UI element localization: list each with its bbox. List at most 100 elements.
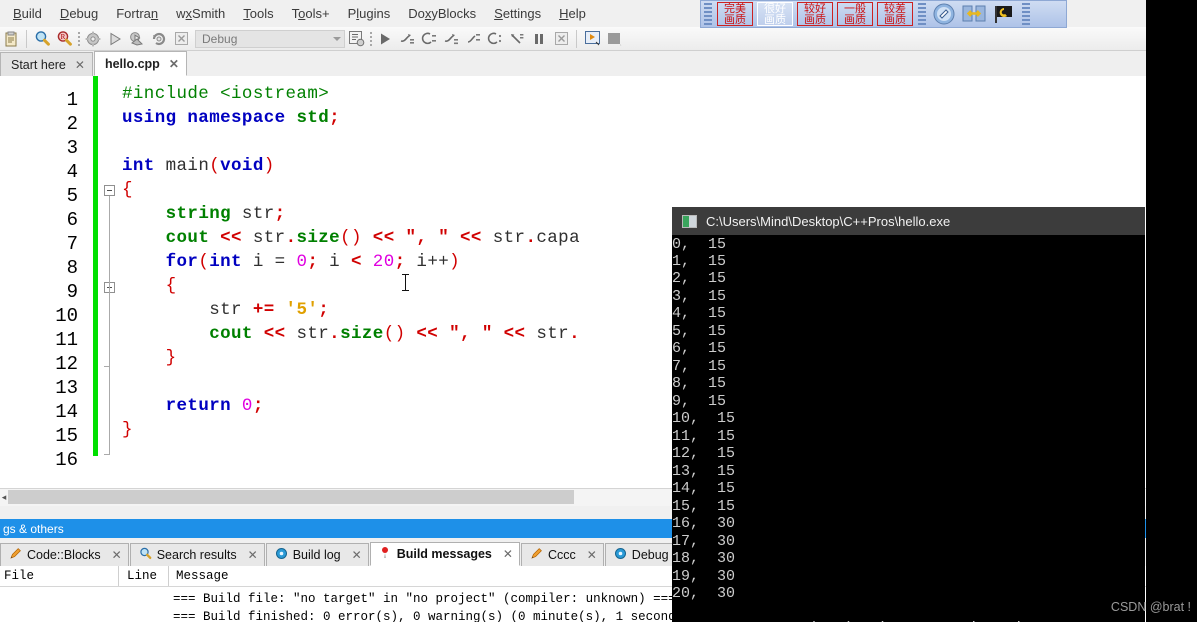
quality-button-poor[interactable]: 较差 画质 (877, 2, 913, 26)
step-instruction-icon[interactable] (462, 28, 484, 50)
line-number: 4 (66, 161, 78, 183)
close-icon[interactable]: ✕ (112, 548, 122, 562)
tab-hello-cpp[interactable]: hello.cpp ✕ (93, 51, 187, 76)
console-line: 17, 30 (672, 533, 736, 550)
column-header-line: Line (127, 569, 158, 583)
toolbar-drag-handle[interactable] (704, 3, 712, 25)
scrollbar-thumb[interactable] (8, 490, 574, 504)
toolbar-drag-handle-3[interactable] (1022, 3, 1030, 25)
build-target-combo[interactable]: Debug (195, 29, 345, 48)
console-line: 8, 15 (672, 375, 727, 392)
menu-item-plugins[interactable]: Plugins (339, 2, 400, 25)
close-icon[interactable]: ✕ (587, 548, 597, 562)
logtab-debug[interactable]: Debug (604, 543, 676, 566)
quality-label-bottom: 画质 (804, 13, 826, 26)
menu-item-debug[interactable]: Debug (51, 2, 107, 25)
close-icon[interactable]: ✕ (352, 548, 362, 562)
flag-icon[interactable] (991, 2, 1017, 26)
console-line: 0, 15 (672, 236, 727, 253)
run-to-cursor-icon[interactable] (506, 28, 528, 50)
build-gear-icon[interactable] (82, 28, 104, 50)
logtab-codeblocks[interactable]: Code::Blocks ✕ (0, 543, 129, 566)
console-line: 1, 15 (672, 253, 727, 270)
logtab-build-messages[interactable]: Build messages ✕ (369, 542, 520, 566)
console-window[interactable]: C:\Users\Mind\Desktop\C++Pros\hello.exe … (672, 207, 1145, 622)
clipboard-icon[interactable] (0, 28, 22, 50)
various-info-icon[interactable] (603, 28, 625, 50)
run-icon[interactable] (104, 28, 126, 50)
logtab-cccc[interactable]: Cccc ✕ (520, 543, 604, 566)
logtab-label: Search results (156, 548, 237, 562)
fold-toggle-icon[interactable] (104, 185, 115, 196)
build-and-run-icon[interactable] (126, 28, 148, 50)
line-number: 6 (66, 209, 78, 231)
console-output: 0, 15 1, 15 2, 15 3, 15 4, 15 5, 15 6, 1… (672, 235, 1145, 622)
close-icon[interactable]: ✕ (503, 547, 513, 561)
close-icon[interactable]: ✕ (169, 57, 179, 71)
step-out-icon[interactable] (440, 28, 462, 50)
line-number: 7 (66, 233, 78, 255)
stop-debugger-icon[interactable] (550, 28, 572, 50)
abort-build-icon[interactable] (170, 28, 192, 50)
logs-panel-title-label: gs & others (3, 521, 64, 536)
menu-item-build[interactable]: Build (4, 2, 51, 25)
toolbar-separator (26, 29, 27, 48)
logtab-label: Debug (631, 548, 669, 562)
console-line: 7, 15 (672, 358, 727, 375)
resize-arrows-icon[interactable] (961, 2, 987, 26)
code-folding-column[interactable] (100, 76, 122, 488)
next-instruction-icon[interactable] (484, 28, 506, 50)
step-into-icon[interactable] (396, 28, 418, 50)
quality-button-perfect[interactable]: 完美 画质 (717, 2, 753, 26)
column-header-message: Message (176, 569, 229, 583)
magnifier-icon (139, 547, 152, 563)
line-number: 15 (55, 425, 78, 447)
console-line: 4, 15 (672, 305, 727, 322)
break-debugger-icon[interactable] (528, 28, 550, 50)
table-row[interactable]: === Build file: "no target" in "no proje… (173, 592, 676, 606)
menu-item-settings[interactable]: Settings (485, 2, 550, 25)
select-target-icon[interactable] (345, 28, 367, 50)
tab-start-here[interactable]: Start here ✕ (0, 52, 93, 76)
console-line: 3, 15 (672, 288, 727, 305)
toolbar-grip[interactable] (75, 29, 82, 49)
toolbar-drag-handle-2[interactable] (918, 3, 926, 25)
console-line: 20, 30 (672, 585, 736, 602)
close-icon[interactable]: ✕ (75, 58, 85, 72)
logtab-search-results[interactable]: Search results ✕ (129, 543, 265, 566)
menu-item-doxyblocks[interactable]: DoxyBlocks (399, 2, 485, 25)
menu-item-tools-plus[interactable]: Tools+ (283, 2, 339, 25)
refresh-circle-icon[interactable] (931, 2, 957, 26)
logtab-label: Cccc (547, 548, 576, 562)
screen: Build Debug Fortran wxSmith Tools Tools+… (0, 0, 1197, 622)
quality-button-normal[interactable]: 一般 画质 (837, 2, 873, 26)
menu-item-help[interactable]: Help (550, 2, 595, 25)
build-target-value: Debug (202, 31, 238, 46)
console-title-bar[interactable]: C:\Users\Mind\Desktop\C++Pros\hello.exe (672, 207, 1145, 235)
console-line: 19, 30 (672, 568, 736, 585)
find-replace-icon[interactable]: R (53, 28, 75, 50)
menu-item-fortran[interactable]: Fortran (107, 2, 167, 25)
scroll-left-arrow-icon[interactable]: ◂ (0, 491, 8, 503)
debugging-windows-icon[interactable] (581, 28, 603, 50)
gear-blue-icon (275, 547, 288, 563)
debug-continue-icon[interactable] (374, 28, 396, 50)
menu-item-wxsmith[interactable]: wxSmith (167, 2, 234, 25)
modified-lines-marker (93, 76, 98, 456)
line-number: 9 (66, 281, 78, 303)
svg-text:R: R (60, 33, 65, 41)
console-line: 15, 15 (672, 498, 736, 515)
menu-item-tools[interactable]: Tools (234, 2, 282, 25)
line-number: 10 (55, 305, 78, 327)
search-icon[interactable] (31, 28, 53, 50)
close-icon[interactable]: ✕ (248, 548, 258, 562)
logtab-build-log[interactable]: Build log ✕ (265, 543, 369, 566)
table-row[interactable]: === Build finished: 0 error(s), 0 warnin… (173, 610, 736, 622)
debug-toolbar-grip[interactable] (367, 29, 374, 49)
rebuild-icon[interactable] (148, 28, 170, 50)
console-title-label: C:\Users\Mind\Desktop\C++Pros\hello.exe (706, 213, 951, 229)
main-toolbar: R Debug (0, 27, 1146, 51)
quality-button-very-good[interactable]: 很好 画质 (757, 2, 793, 26)
next-line-icon[interactable] (418, 28, 440, 50)
quality-button-good[interactable]: 较好 画质 (797, 2, 833, 26)
